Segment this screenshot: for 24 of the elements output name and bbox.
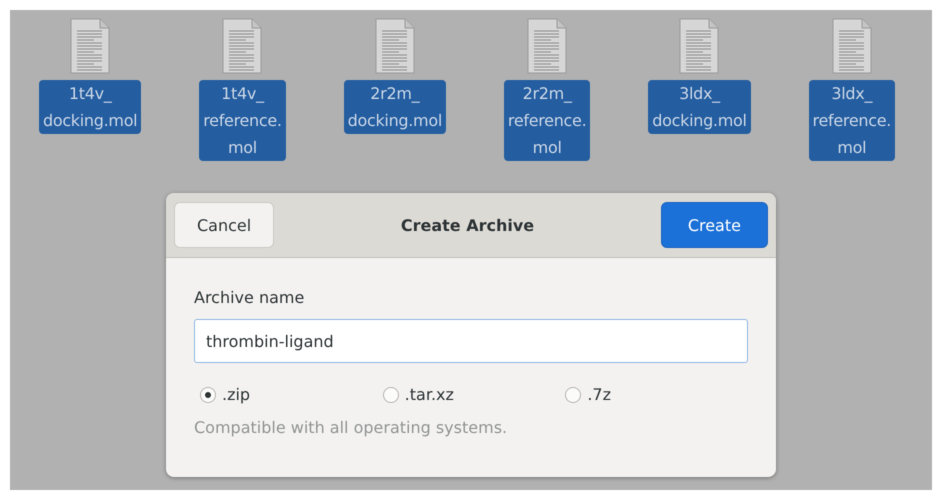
radio-button[interactable] (382, 386, 399, 402)
file-name[interactable]: 3ldx_ docking.mol (648, 80, 751, 134)
document-icon[interactable] (222, 18, 262, 74)
field-label: Archive name (194, 288, 306, 307)
file-name[interactable]: 1t4v_ docking.mol (38, 80, 142, 134)
radio-button[interactable] (200, 386, 216, 402)
dialog-title: Create Archive (400, 216, 534, 234)
format-label[interactable]: .tar.xz (404, 385, 454, 404)
file-name[interactable]: 1t4v_ reference. mol (199, 80, 286, 161)
file-name[interactable]: 2r2m_ docking.mol (344, 80, 446, 134)
archive-name-field[interactable]: thrombin-ligand (194, 319, 748, 363)
document-icon[interactable] (527, 18, 568, 74)
cancel-button[interactable]: Cancel (174, 202, 274, 248)
document-icon[interactable] (832, 18, 872, 74)
format-label[interactable]: .7z (587, 385, 612, 404)
document-icon[interactable] (374, 18, 415, 74)
radio-button[interactable] (565, 386, 582, 402)
file-name[interactable]: 3ldx_ reference. mol (808, 80, 896, 161)
file-name[interactable]: 2r2m_ reference. mol (504, 80, 590, 161)
document-icon[interactable] (679, 18, 720, 74)
document-icon[interactable] (70, 18, 110, 74)
create-button[interactable]: Create (660, 202, 768, 248)
format-label[interactable]: .zip (222, 385, 250, 404)
hint-text: Compatible with all operating systems. (194, 418, 508, 437)
